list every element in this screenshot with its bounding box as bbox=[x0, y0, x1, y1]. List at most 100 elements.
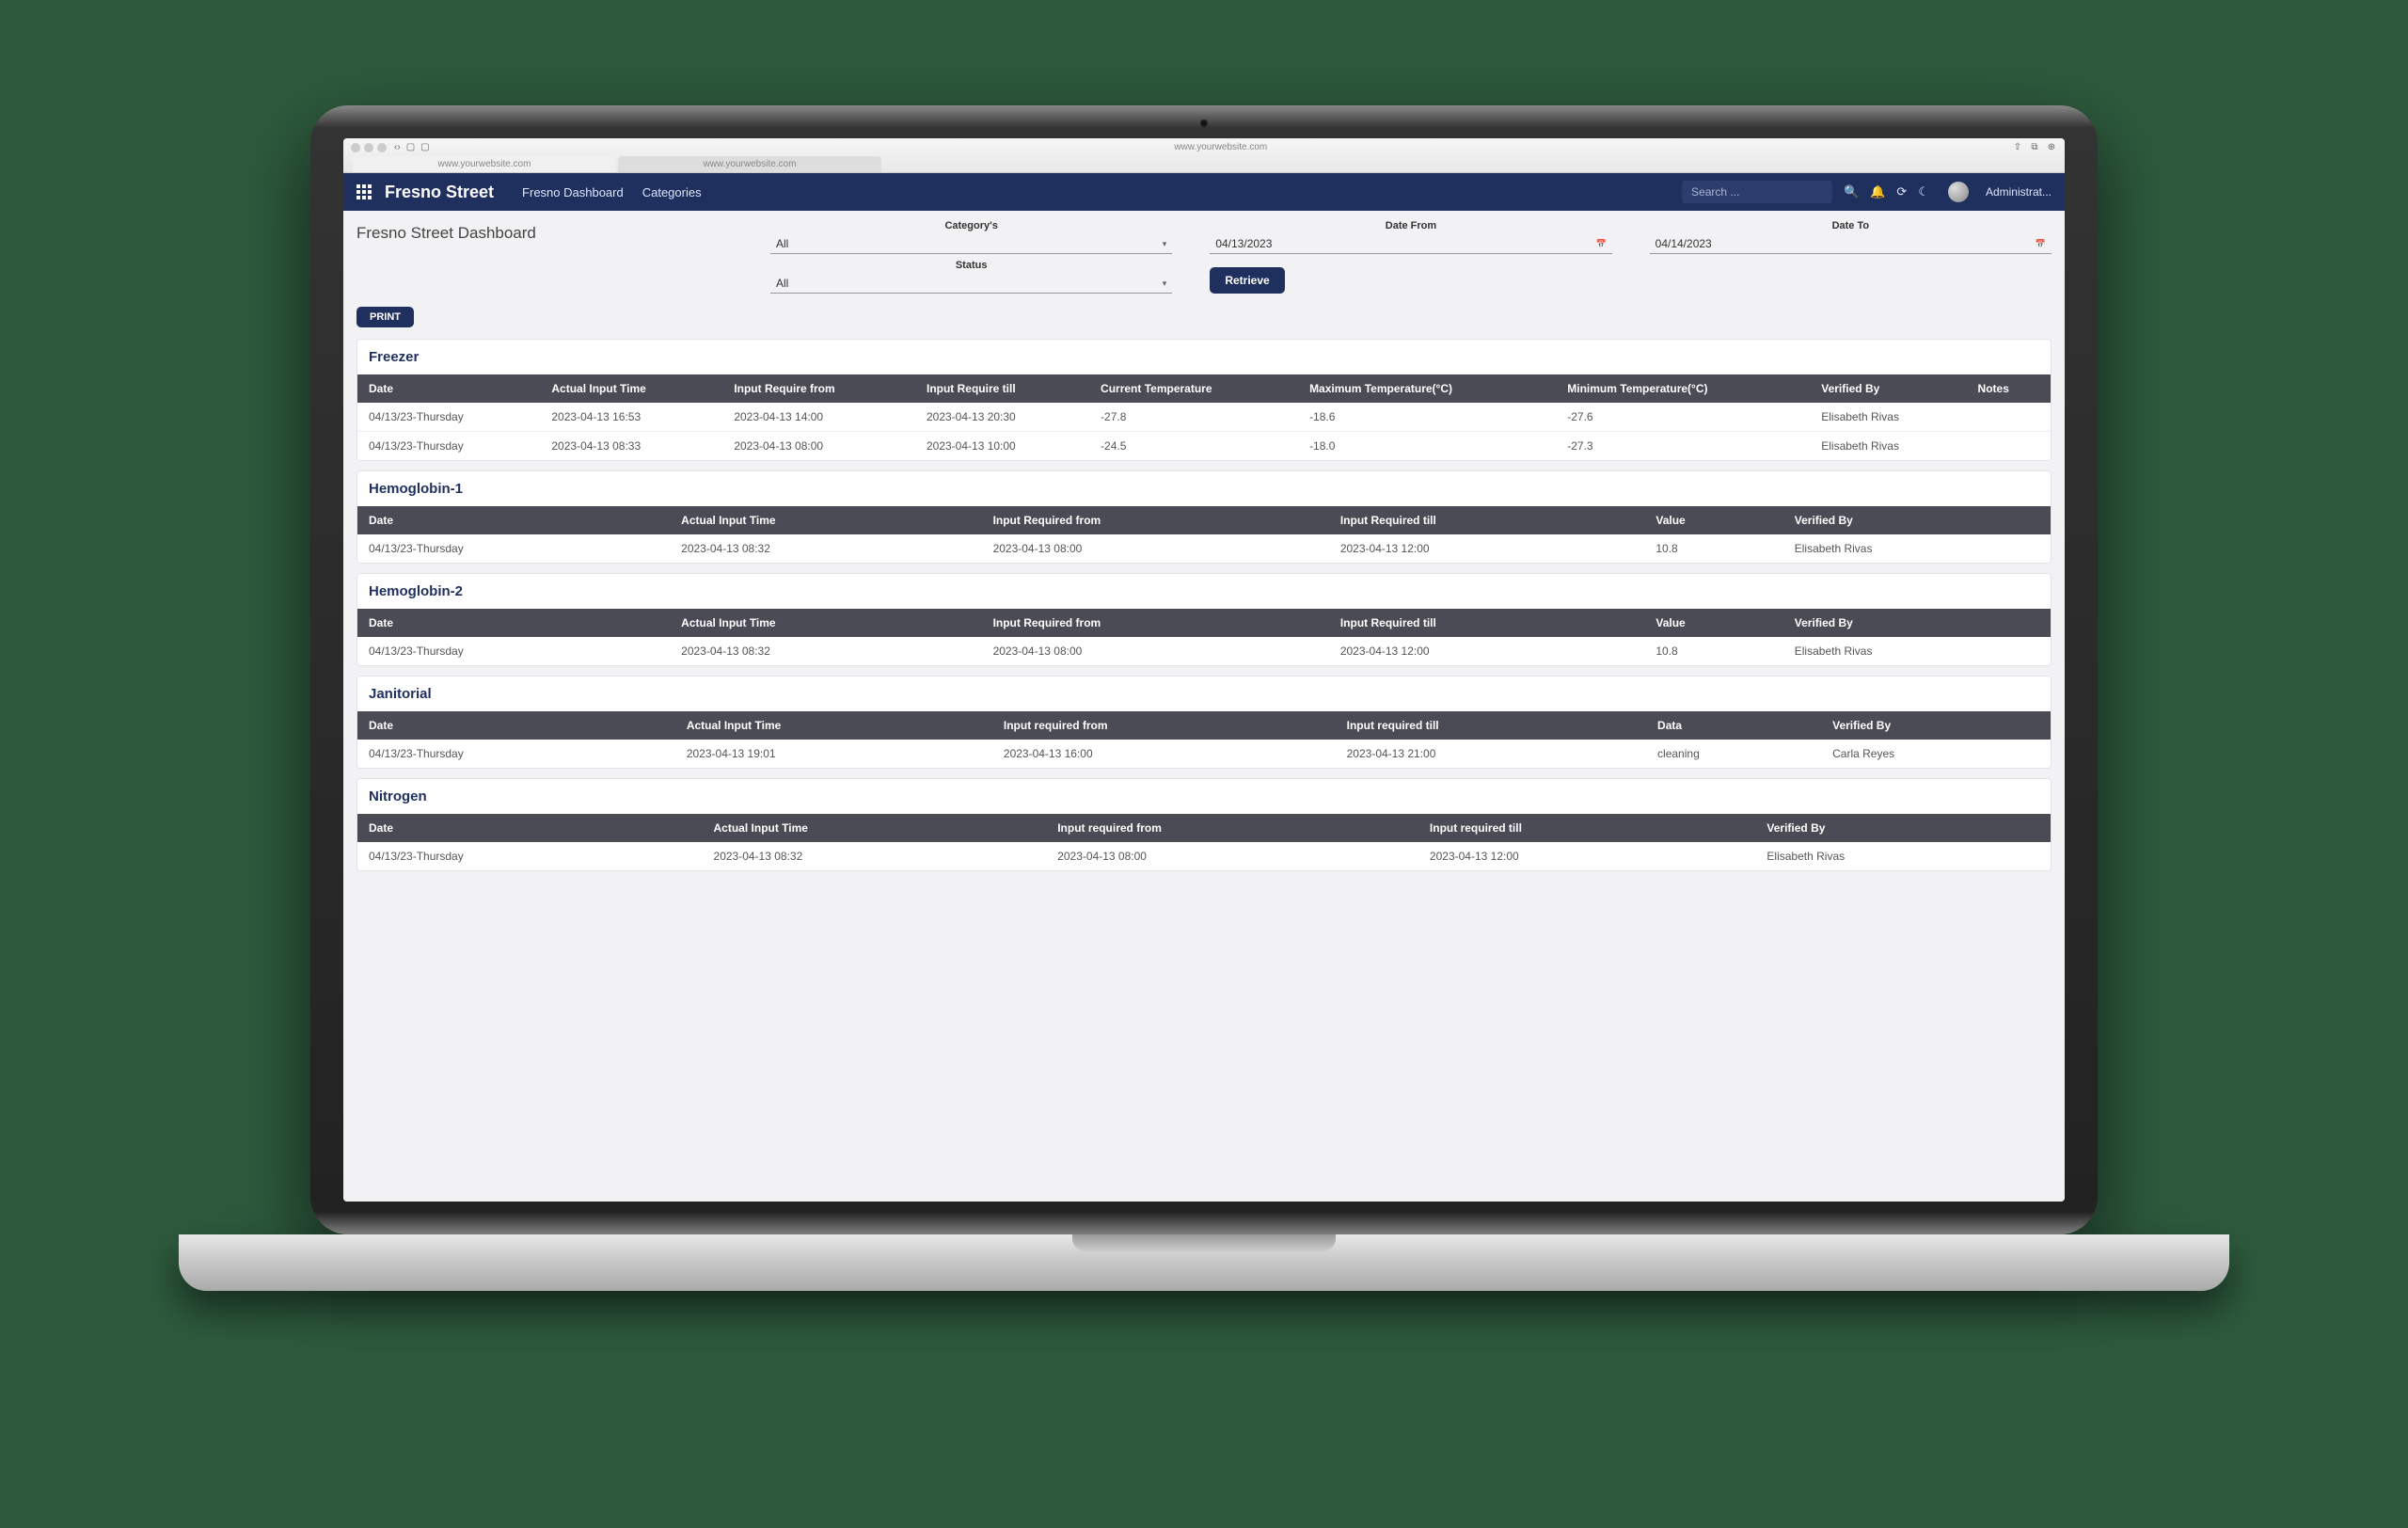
table-header: Verified By bbox=[1810, 374, 1966, 403]
table-header: Actual Input Time bbox=[670, 609, 981, 637]
section-hemoglobin1: Hemoglobin-1DateActual Input TimeInput R… bbox=[356, 470, 2052, 564]
nav-fresno-dashboard[interactable]: Fresno Dashboard bbox=[522, 185, 624, 199]
filter-category-label: Category's bbox=[770, 220, 1172, 231]
section-freezer: FreezerDateActual Input TimeInput Requir… bbox=[356, 339, 2052, 461]
table-cell: 2023-04-13 08:00 bbox=[1046, 842, 1418, 870]
table-cell: 2023-04-13 08:00 bbox=[722, 432, 915, 461]
add-icon[interactable]: ⊕ bbox=[2046, 142, 2057, 152]
table-cell: -27.3 bbox=[1556, 432, 1810, 461]
table-header: Minimum Temperature(°C) bbox=[1556, 374, 1810, 403]
table-header: Date bbox=[357, 814, 703, 842]
section-title: Janitorial bbox=[357, 676, 2051, 711]
section-title: Nitrogen bbox=[357, 779, 2051, 814]
table-header: Date bbox=[357, 374, 540, 403]
table-cell: cleaning bbox=[1646, 740, 1821, 768]
moon-icon[interactable]: ☾ bbox=[1918, 184, 1929, 199]
share-icon[interactable]: ⇧ bbox=[2012, 142, 2023, 152]
table-cell: Elisabeth Rivas bbox=[1783, 637, 2051, 665]
nav-forward-icon[interactable]: › bbox=[397, 142, 400, 152]
table-cell: -27.6 bbox=[1556, 403, 1810, 432]
section-hemoglobin2: Hemoglobin-2DateActual Input TimeInput R… bbox=[356, 573, 2052, 666]
browser-tab[interactable]: www.yourwebsite.com bbox=[618, 156, 881, 172]
data-table: DateActual Input TimeInput required from… bbox=[357, 711, 2051, 768]
filter-category-value: All bbox=[776, 237, 1163, 250]
table-cell: Carla Reyes bbox=[1821, 740, 2051, 768]
table-row: 04/13/23-Thursday2023-04-13 08:322023-04… bbox=[357, 842, 2051, 870]
calendar-icon: 📅 bbox=[2036, 239, 2046, 249]
app-grid-icon[interactable] bbox=[356, 184, 372, 199]
laptop-mockup: ‹ › ▢ ▢ www.yourwebsite.com ⇧ ⧉ ⊕ www.yo… bbox=[216, 105, 2192, 1423]
nav-icon[interactable]: ▢ bbox=[420, 142, 429, 152]
filter-status-select[interactable]: All ▾ bbox=[770, 274, 1172, 294]
table-cell: 04/13/23-Thursday bbox=[357, 432, 540, 461]
app-header: Fresno Street Fresno Dashboard Categorie… bbox=[343, 173, 2065, 211]
filter-status-label: Status bbox=[770, 260, 1172, 271]
header-icons: 🔍 🔔 ⟳ ☾ Administrat... bbox=[1844, 182, 2052, 202]
table-row: 04/13/23-Thursday2023-04-13 08:332023-04… bbox=[357, 432, 2051, 461]
filter-date-from-input[interactable]: 04/13/2023 📅 bbox=[1210, 234, 1611, 254]
filter-status: Status All ▾ bbox=[770, 260, 1172, 294]
avatar[interactable] bbox=[1948, 182, 1969, 202]
table-cell: -24.5 bbox=[1089, 432, 1298, 461]
table-header: Verified By bbox=[1821, 711, 2051, 740]
table-cell: 04/13/23-Thursday bbox=[357, 534, 670, 563]
table-cell: 2023-04-13 10:00 bbox=[915, 432, 1089, 461]
table-header: Input required from bbox=[992, 711, 1336, 740]
table-header: Input required till bbox=[1336, 711, 1646, 740]
filters: Category's All ▾ Date From 04/13/2023 📅 bbox=[770, 220, 2052, 294]
filter-date-to: Date To 04/14/2023 📅 bbox=[1650, 220, 2052, 254]
table-cell: 2023-04-13 19:01 bbox=[675, 740, 992, 768]
search-icon[interactable]: 🔍 bbox=[1844, 184, 1859, 199]
content: FreezerDateActual Input TimeInput Requir… bbox=[343, 335, 2065, 1202]
url-display[interactable]: www.yourwebsite.com bbox=[430, 142, 2012, 152]
table-cell: 04/13/23-Thursday bbox=[357, 637, 670, 665]
browser-toolbar-right: ⇧ ⧉ ⊕ bbox=[2012, 142, 2057, 152]
print-row: PRINT bbox=[343, 299, 2065, 335]
table-cell: Elisabeth Rivas bbox=[1810, 432, 1966, 461]
table-row: 04/13/23-Thursday2023-04-13 19:012023-04… bbox=[357, 740, 2051, 768]
table-header: Input Required from bbox=[982, 506, 1329, 534]
table-cell: -27.8 bbox=[1089, 403, 1298, 432]
table-cell: 2023-04-13 14:00 bbox=[722, 403, 915, 432]
filter-category-select[interactable]: All ▾ bbox=[770, 234, 1172, 254]
filter-date-from-value: 04/13/2023 bbox=[1215, 237, 1595, 250]
laptop-notch bbox=[1072, 1234, 1336, 1251]
filter-date-to-input[interactable]: 04/14/2023 📅 bbox=[1650, 234, 2052, 254]
filter-date-to-value: 04/14/2023 bbox=[1656, 237, 2036, 250]
nav-icon[interactable]: ▢ bbox=[406, 142, 415, 152]
filter-date-from: Date From 04/13/2023 📅 bbox=[1210, 220, 1611, 254]
table-header: Current Temperature bbox=[1089, 374, 1298, 403]
copy-icon[interactable]: ⧉ bbox=[2029, 142, 2040, 152]
browser-tab[interactable]: www.yourwebsite.com bbox=[353, 156, 616, 172]
app-name: Fresno Street bbox=[385, 183, 494, 202]
retrieve-button[interactable]: Retrieve bbox=[1210, 267, 1284, 294]
table-header: Value bbox=[1644, 506, 1782, 534]
section-title: Hemoglobin-2 bbox=[357, 574, 2051, 609]
table-header: Actual Input Time bbox=[670, 506, 981, 534]
table-cell: -18.0 bbox=[1298, 432, 1556, 461]
table-header: Actual Input Time bbox=[703, 814, 1047, 842]
user-label[interactable]: Administrat... bbox=[1986, 185, 2052, 199]
table-row: 04/13/23-Thursday2023-04-13 08:322023-04… bbox=[357, 534, 2051, 563]
screen: ‹ › ▢ ▢ www.yourwebsite.com ⇧ ⧉ ⊕ www.yo… bbox=[343, 138, 2065, 1202]
retrieve-cell: Retrieve bbox=[1210, 260, 1611, 294]
refresh-icon[interactable]: ⟳ bbox=[1896, 184, 1907, 199]
browser-toolbar: ‹ › ▢ ▢ www.yourwebsite.com ⇧ ⧉ ⊕ bbox=[343, 138, 2065, 156]
table-cell: -18.6 bbox=[1298, 403, 1556, 432]
filter-category: Category's All ▾ bbox=[770, 220, 1172, 254]
filter-date-from-label: Date From bbox=[1210, 220, 1611, 231]
print-button[interactable]: PRINT bbox=[356, 307, 414, 327]
table-cell bbox=[1967, 432, 2051, 461]
table-cell: Elisabeth Rivas bbox=[1755, 842, 2051, 870]
laptop-screen-frame: ‹ › ▢ ▢ www.yourwebsite.com ⇧ ⧉ ⊕ www.yo… bbox=[310, 105, 2098, 1234]
bell-icon[interactable]: 🔔 bbox=[1870, 184, 1885, 199]
table-header: Actual Input Time bbox=[540, 374, 722, 403]
search-input[interactable] bbox=[1682, 181, 1832, 203]
traffic-lights[interactable] bbox=[351, 143, 387, 152]
table-cell: 10.8 bbox=[1644, 637, 1782, 665]
table-header: Maximum Temperature(°C) bbox=[1298, 374, 1556, 403]
table-cell: 04/13/23-Thursday bbox=[357, 740, 675, 768]
nav-categories[interactable]: Categories bbox=[642, 185, 702, 199]
table-header: Verified By bbox=[1783, 506, 2051, 534]
table-cell: Elisabeth Rivas bbox=[1810, 403, 1966, 432]
